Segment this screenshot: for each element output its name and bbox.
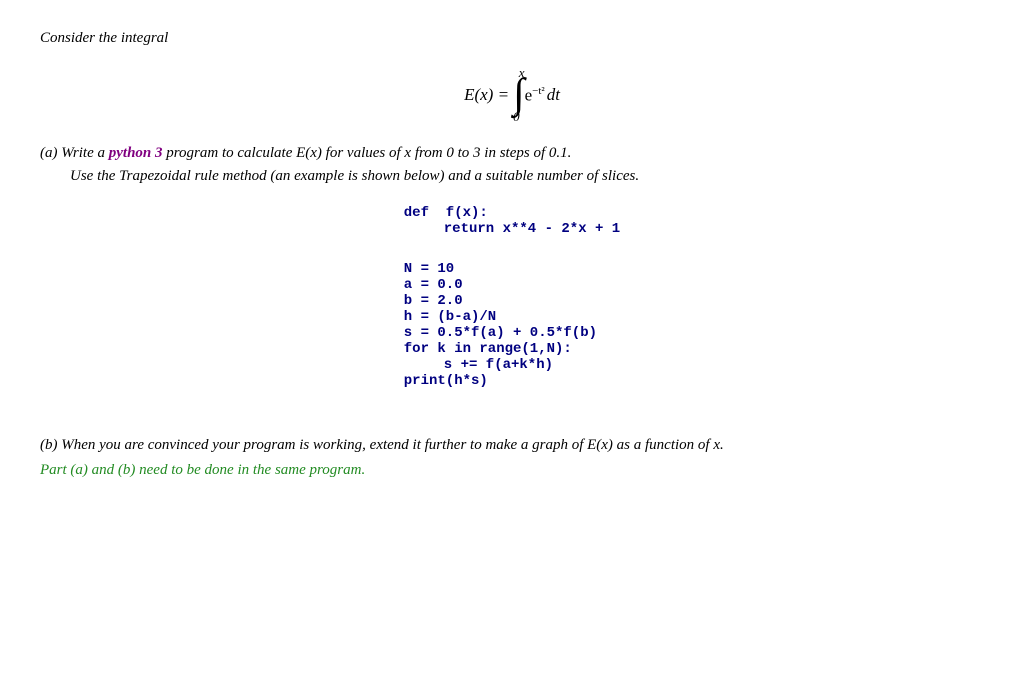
dt: dt <box>547 85 560 105</box>
integral-symbol: ∫ <box>513 77 525 113</box>
code-line-1: def f(x): <box>404 205 620 221</box>
math-lhs: E(x) = <box>464 85 509 105</box>
code-line-9: s += f(a+k*h) <box>404 357 620 373</box>
code-line-5: b = 2.0 <box>404 293 620 309</box>
integral-group: x ∫ 0 e−t² dt <box>513 65 560 125</box>
code-line-10: print(h*s) <box>404 373 620 389</box>
code-line-8: for k in range(1,N): <box>404 341 620 357</box>
part-b-text: (b) When you are convinced your program … <box>40 437 984 454</box>
intro-text: Consider the integral <box>40 30 984 47</box>
code-wrapper: def f(x): return x**4 - 2*x + 1 N = 10 a… <box>40 205 984 413</box>
code-line-3: N = 10 <box>404 261 620 277</box>
integrand: e−t² <box>525 85 545 106</box>
code-line-4: a = 0.0 <box>404 277 620 293</box>
lower-bound: 0 <box>513 109 520 125</box>
exponent: −t² <box>532 85 545 97</box>
code-line-7: s = 0.5*f(a) + 0.5*f(b) <box>404 325 620 341</box>
subtext: Use the Trapezoidal rule method (an exam… <box>70 168 984 185</box>
code-line-2: return x**4 - 2*x + 1 <box>404 221 620 237</box>
code-block: def f(x): return x**4 - 2*x + 1 N = 10 a… <box>404 205 620 389</box>
math-display: E(x) = x ∫ 0 e−t² dt <box>40 65 984 125</box>
green-note: Part (a) and (b) need to be done in the … <box>40 462 984 479</box>
code-line-6: h = (b-a)/N <box>404 309 620 325</box>
part-a-label: (a) Write a python 3 program to calculat… <box>40 145 984 162</box>
